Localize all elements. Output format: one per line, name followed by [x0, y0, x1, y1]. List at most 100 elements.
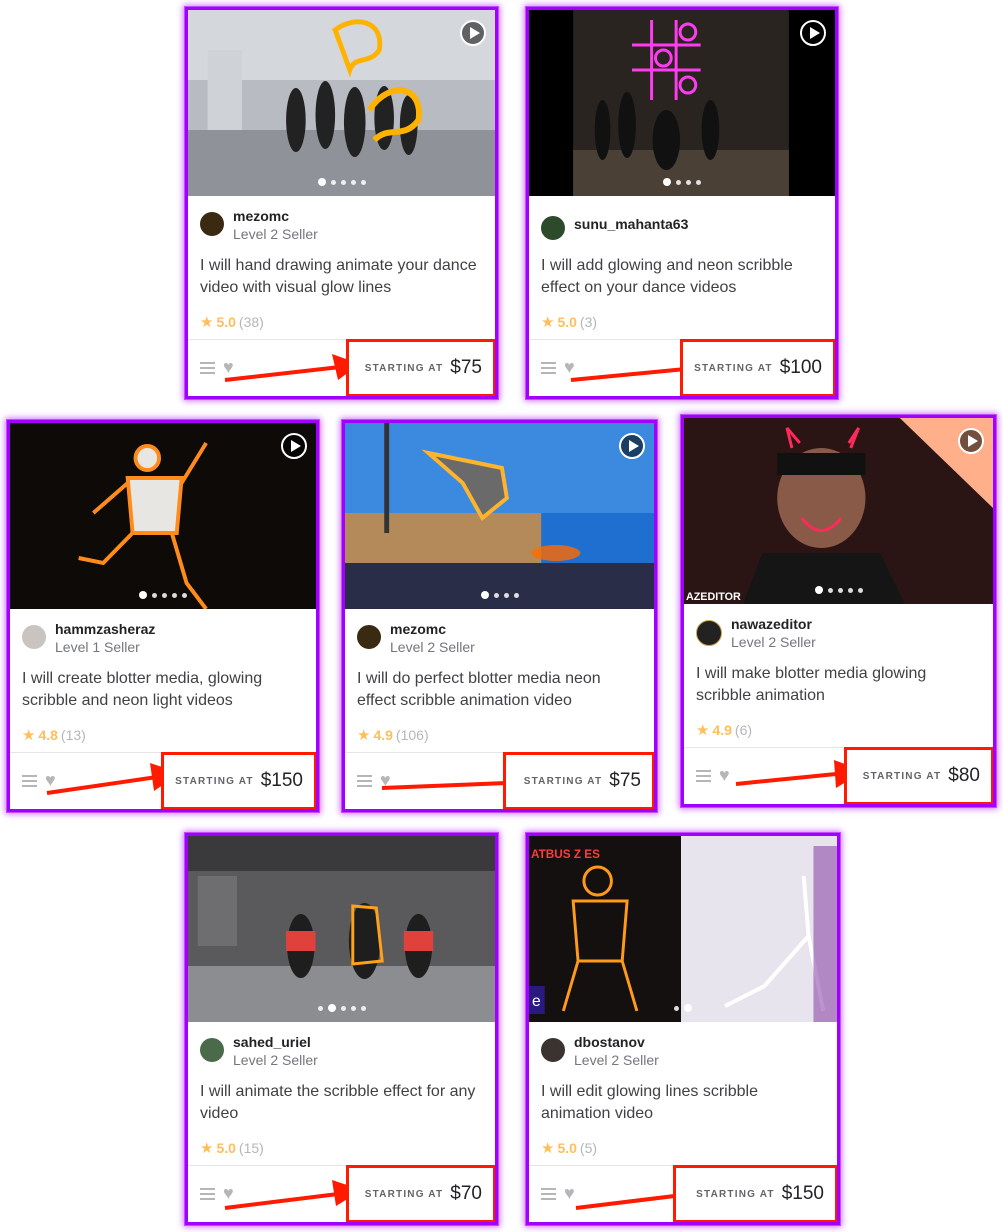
list-menu-icon[interactable]	[541, 362, 556, 374]
gig-thumbnail[interactable]	[529, 10, 835, 196]
play-video-icon[interactable]	[958, 428, 984, 454]
seller-info: sahed_uriel Level 2 Seller	[200, 1034, 318, 1070]
gig-thumbnail[interactable]	[345, 423, 654, 609]
gig-footer: ♥ STARTING AT $150	[529, 1165, 837, 1222]
heart-icon[interactable]: ♥	[45, 770, 56, 791]
seller-avatar[interactable]	[22, 625, 46, 649]
gig-thumbnail[interactable]	[188, 836, 495, 1022]
list-menu-icon[interactable]	[200, 1188, 215, 1200]
gig-price: $75	[450, 357, 482, 378]
seller-avatar[interactable]	[541, 1038, 565, 1062]
gig-rating: ★ 4.8 (13)	[22, 727, 86, 744]
list-menu-icon[interactable]	[22, 775, 37, 787]
list-menu-icon[interactable]	[541, 1188, 556, 1200]
price-highlight[interactable]: STARTING AT $150	[673, 1165, 837, 1222]
price-highlight[interactable]: STARTING AT $150	[161, 752, 316, 809]
gig-price: $100	[779, 357, 822, 378]
gig-thumbnail[interactable]: ATBUS Z ES e	[529, 836, 837, 1022]
seller-info: nawazeditor Level 2 Seller	[696, 616, 816, 652]
heart-icon[interactable]: ♥	[223, 1183, 234, 1204]
heart-icon[interactable]: ♥	[564, 357, 575, 378]
gig-footer: ♥ STARTING AT $75	[345, 752, 654, 809]
carousel-dots[interactable]	[188, 178, 495, 186]
price-highlight[interactable]: STARTING AT $75	[503, 752, 654, 809]
carousel-dots[interactable]	[188, 1004, 495, 1012]
gig-card[interactable]: sahed_uriel Level 2 Seller I will animat…	[185, 833, 498, 1225]
seller-info: mezomc Level 2 Seller	[200, 208, 318, 244]
gig-price: $150	[260, 770, 303, 791]
seller-level: Level 2 Seller	[731, 634, 816, 650]
gig-thumbnail[interactable]	[188, 10, 495, 196]
gig-rating: ★ 5.0 (3)	[541, 314, 598, 331]
list-menu-icon[interactable]	[200, 362, 215, 374]
star-icon: ★	[22, 727, 36, 744]
price-highlight[interactable]: STARTING AT $70	[346, 1165, 495, 1222]
gig-footer: ♥ STARTING AT $75	[188, 339, 495, 396]
seller-name[interactable]: nawazeditor	[731, 616, 816, 633]
seller-level: Level 2 Seller	[574, 1052, 659, 1068]
gig-title[interactable]: I will make blotter media glowing scribb…	[696, 663, 979, 707]
star-icon: ★	[200, 1140, 214, 1157]
seller-level: Level 2 Seller	[233, 1052, 318, 1068]
star-icon: ★	[541, 1140, 555, 1157]
play-video-icon[interactable]	[281, 433, 307, 459]
gig-price: $80	[948, 765, 980, 786]
seller-name[interactable]: mezomc	[390, 621, 475, 638]
carousel-dots[interactable]	[529, 1004, 837, 1012]
list-menu-icon[interactable]	[696, 770, 711, 782]
gig-card[interactable]: mezomc Level 2 Seller I will hand drawin…	[185, 7, 498, 399]
gig-price: $150	[781, 1183, 824, 1204]
price-highlight[interactable]: STARTING AT $100	[680, 339, 835, 396]
gig-footer: ♥ STARTING AT $70	[188, 1165, 495, 1222]
play-video-icon[interactable]	[460, 20, 486, 46]
gig-title[interactable]: I will hand drawing animate your dance v…	[200, 255, 481, 299]
carousel-dots[interactable]	[345, 591, 654, 599]
star-icon: ★	[696, 722, 710, 739]
gig-card[interactable]: mezomc Level 2 Seller I will do perfect …	[342, 420, 657, 812]
seller-name[interactable]: hammzasheraz	[55, 621, 155, 638]
heart-icon[interactable]: ♥	[223, 357, 234, 378]
seller-info: hammzasheraz Level 1 Seller	[22, 621, 155, 657]
gig-card[interactable]: hammzasheraz Level 1 Seller I will creat…	[7, 420, 319, 812]
seller-name[interactable]: sunu_mahanta63	[574, 216, 688, 233]
play-video-icon[interactable]	[619, 433, 645, 459]
thumb-neon-text: ATBUS Z ES	[531, 847, 600, 861]
carousel-dots[interactable]	[529, 178, 835, 186]
seller-name[interactable]: sahed_uriel	[233, 1034, 318, 1051]
seller-level: Level 1 Seller	[55, 639, 140, 655]
gig-title[interactable]: I will add glowing and neon scribble eff…	[541, 255, 821, 299]
heart-icon[interactable]: ♥	[719, 765, 730, 786]
gig-title[interactable]: I will edit glowing lines scribble anima…	[541, 1081, 823, 1125]
gig-title[interactable]: I will animate the scribble effect for a…	[200, 1081, 481, 1125]
seller-avatar[interactable]	[357, 625, 381, 649]
seller-info: mezomc Level 2 Seller	[357, 621, 475, 657]
seller-level: Level 2 Seller	[390, 639, 475, 655]
gig-thumbnail[interactable]	[10, 423, 316, 609]
gig-price: $75	[609, 770, 641, 791]
gig-rating: ★ 5.0 (5)	[541, 1140, 598, 1157]
star-icon: ★	[357, 727, 371, 744]
play-video-icon[interactable]	[800, 20, 826, 46]
gig-card[interactable]: AZEDITOR nawazeditor Level 2 Seller I wi…	[681, 415, 996, 807]
list-menu-icon[interactable]	[357, 775, 372, 787]
seller-name[interactable]: dbostanov	[574, 1034, 659, 1051]
price-highlight[interactable]: STARTING AT $80	[844, 747, 993, 804]
gig-card[interactable]: ATBUS Z ES e dbostanov Level 2 Seller I …	[526, 833, 840, 1225]
gig-card[interactable]: sunu_mahanta63 I will add glowing and ne…	[526, 7, 838, 399]
gig-title[interactable]: I will do perfect blotter media neon eff…	[357, 668, 640, 712]
seller-avatar[interactable]	[200, 1038, 224, 1062]
price-highlight[interactable]: STARTING AT $75	[346, 339, 495, 396]
seller-avatar[interactable]	[541, 216, 565, 240]
heart-icon[interactable]: ♥	[380, 770, 391, 791]
seller-name[interactable]: mezomc	[233, 208, 318, 225]
carousel-dots[interactable]	[684, 586, 993, 594]
gig-thumbnail[interactable]: AZEDITOR	[684, 418, 993, 604]
gig-footer: ♥ STARTING AT $80	[684, 747, 993, 804]
seller-avatar[interactable]	[200, 212, 224, 236]
gig-rating: ★ 5.0 (38)	[200, 314, 264, 331]
gig-rating: ★ 4.9 (6)	[696, 722, 753, 739]
seller-avatar[interactable]	[696, 620, 722, 646]
heart-icon[interactable]: ♥	[564, 1183, 575, 1204]
carousel-dots[interactable]	[10, 591, 316, 599]
gig-title[interactable]: I will create blotter media, glowing scr…	[22, 668, 302, 712]
